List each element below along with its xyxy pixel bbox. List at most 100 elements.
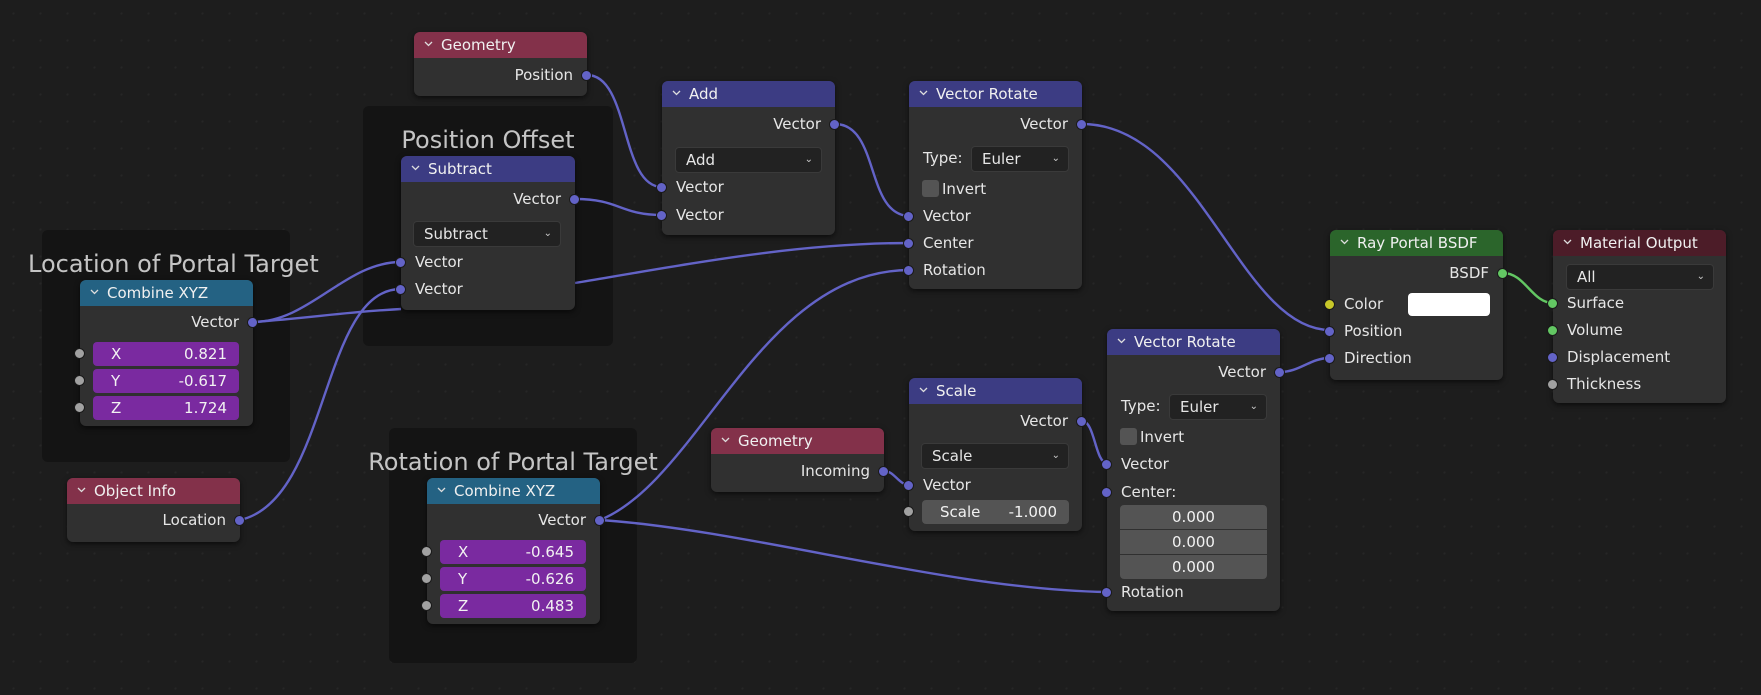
node-header[interactable]: Subtract bbox=[401, 156, 575, 182]
color-swatch[interactable] bbox=[1408, 293, 1490, 316]
node-header[interactable]: Material Output bbox=[1553, 230, 1726, 256]
operation-dropdown[interactable]: Add ⌄ bbox=[675, 147, 822, 173]
node-material-output[interactable]: Material Output All ⌄ Surface Volume Disp… bbox=[1547, 230, 1726, 403]
center-x-field[interactable]: 0.000 bbox=[1120, 505, 1267, 529]
socket-vector-in-2[interactable] bbox=[656, 210, 667, 221]
node-vector-rotate-bottom[interactable]: Vector Rotate Vector Type: Euler ⌄ Invert… bbox=[1101, 329, 1285, 611]
operation-dropdown[interactable]: Scale ⌄ bbox=[921, 443, 1069, 469]
socket-x-in[interactable] bbox=[74, 348, 85, 359]
socket-vector-in-2[interactable] bbox=[395, 284, 406, 295]
node-header[interactable]: Scale bbox=[909, 378, 1082, 404]
node-subtract[interactable]: Subtract Vector Subtract ⌄ Vector Vector bbox=[395, 156, 580, 310]
z-field[interactable]: Z 1.724 bbox=[93, 396, 239, 420]
type-dropdown[interactable]: Euler ⌄ bbox=[1169, 394, 1267, 420]
collapse-chevron-icon[interactable] bbox=[919, 385, 928, 394]
node-combine-xyz-rotation[interactable]: Combine XYZ Vector X -0.645 Y -0.626 Z 0.48… bbox=[421, 478, 605, 624]
center-z-field[interactable]: 0.000 bbox=[1120, 555, 1267, 579]
collapse-chevron-icon[interactable] bbox=[90, 287, 99, 296]
node-vector-rotate-top[interactable]: Vector Rotate Vector Type: Euler ⌄ Invert… bbox=[903, 81, 1087, 289]
socket-rotation-in[interactable] bbox=[903, 265, 914, 276]
type-dropdown[interactable]: Euler ⌄ bbox=[971, 146, 1069, 172]
socket-vector-out[interactable] bbox=[569, 194, 580, 205]
socket-vector-out[interactable] bbox=[1076, 416, 1087, 427]
socket-center-in[interactable] bbox=[903, 238, 914, 249]
socket-thickness-in[interactable] bbox=[1547, 379, 1558, 390]
z-field[interactable]: Z 0.483 bbox=[440, 594, 586, 618]
collapse-chevron-icon[interactable] bbox=[721, 435, 730, 444]
node-object-info[interactable]: Object Info Location bbox=[67, 478, 245, 542]
socket-y-in[interactable] bbox=[74, 375, 85, 386]
socket-center-in[interactable] bbox=[1101, 487, 1112, 498]
collapse-chevron-icon[interactable] bbox=[1117, 336, 1126, 345]
socket-bsdf-out[interactable] bbox=[1497, 268, 1508, 279]
socket-surface-in[interactable] bbox=[1547, 298, 1558, 309]
socket-location-out[interactable] bbox=[234, 515, 245, 526]
y-field[interactable]: Y -0.617 bbox=[93, 369, 239, 393]
node-title: Combine XYZ bbox=[454, 482, 556, 500]
collapse-chevron-icon[interactable] bbox=[424, 39, 433, 48]
socket-vector-in-1[interactable] bbox=[395, 257, 406, 268]
field-value: -0.626 bbox=[525, 570, 574, 588]
socket-label: Vector bbox=[1218, 363, 1266, 381]
socket-position-in[interactable] bbox=[1324, 326, 1335, 337]
socket-z-in[interactable] bbox=[421, 600, 432, 611]
collapse-chevron-icon[interactable] bbox=[919, 88, 928, 97]
socket-incoming-out[interactable] bbox=[878, 466, 889, 477]
socket-vector-out[interactable] bbox=[1076, 119, 1087, 130]
socket-label: Direction bbox=[1344, 349, 1412, 367]
node-header[interactable]: Object Info bbox=[67, 478, 240, 504]
node-ray-portal-bsdf[interactable]: Ray Portal BSDF BSDF Color Position Dire… bbox=[1324, 230, 1508, 380]
x-field[interactable]: X 0.821 bbox=[93, 342, 239, 366]
socket-vector-out[interactable] bbox=[829, 119, 840, 130]
socket-z-in[interactable] bbox=[74, 402, 85, 413]
collapse-chevron-icon[interactable] bbox=[1340, 237, 1349, 246]
collapse-chevron-icon[interactable] bbox=[411, 163, 420, 172]
node-header[interactable]: Combine XYZ bbox=[427, 478, 600, 504]
node-header[interactable]: Vector Rotate bbox=[1107, 329, 1280, 355]
center-y-field[interactable]: 0.000 bbox=[1120, 530, 1267, 554]
target-dropdown[interactable]: All ⌄ bbox=[1566, 264, 1714, 290]
y-field[interactable]: Y -0.626 bbox=[440, 567, 586, 591]
socket-vector-in-1[interactable] bbox=[656, 182, 667, 193]
socket-label: Vector bbox=[1121, 455, 1169, 473]
collapse-chevron-icon[interactable] bbox=[437, 485, 446, 494]
socket-position-out[interactable] bbox=[581, 70, 592, 81]
socket-vector-in[interactable] bbox=[1101, 459, 1112, 470]
socket-x-in[interactable] bbox=[421, 546, 432, 557]
socket-direction-in[interactable] bbox=[1324, 353, 1335, 364]
node-combine-xyz-location[interactable]: Combine XYZ Vector X 0.821 Y -0.617 Z 1.724 bbox=[74, 280, 258, 426]
socket-volume-in[interactable] bbox=[1547, 325, 1558, 336]
node-geometry-position[interactable]: Geometry Position bbox=[414, 32, 592, 96]
node-geometry-incoming[interactable]: Geometry Incoming bbox=[711, 428, 889, 492]
socket-vector-out[interactable] bbox=[247, 317, 258, 328]
socket-vector-in[interactable] bbox=[903, 480, 914, 491]
node-header[interactable]: Geometry bbox=[414, 32, 587, 58]
node-header[interactable]: Add bbox=[662, 81, 835, 107]
operation-dropdown[interactable]: Subtract ⌄ bbox=[413, 221, 561, 247]
collapse-chevron-icon[interactable] bbox=[77, 485, 86, 494]
socket-vector-out[interactable] bbox=[594, 515, 605, 526]
node-header[interactable]: Combine XYZ bbox=[80, 280, 253, 306]
socket-label: Vector bbox=[415, 280, 463, 298]
dropdown-value: Scale bbox=[932, 447, 973, 465]
invert-checkbox[interactable] bbox=[922, 180, 939, 197]
node-add[interactable]: Add Vector Add ⌄ Vector Vector bbox=[656, 81, 840, 235]
socket-color-in[interactable] bbox=[1324, 299, 1335, 310]
socket-y-in[interactable] bbox=[421, 573, 432, 584]
node-header[interactable]: Vector Rotate bbox=[909, 81, 1082, 107]
socket-displacement-in[interactable] bbox=[1547, 352, 1558, 363]
socket-vector-out[interactable] bbox=[1274, 367, 1285, 378]
input-vector: Vector bbox=[909, 474, 1082, 496]
x-field[interactable]: X -0.645 bbox=[440, 540, 586, 564]
input-vector-2: Vector bbox=[662, 204, 835, 226]
socket-vector-in[interactable] bbox=[903, 211, 914, 222]
socket-rotation-in[interactable] bbox=[1101, 587, 1112, 598]
node-scale[interactable]: Scale Vector Scale ⌄ Vector Scale -1.000 bbox=[903, 378, 1087, 531]
socket-scale-in[interactable] bbox=[903, 506, 914, 517]
collapse-chevron-icon[interactable] bbox=[1563, 237, 1572, 246]
node-header[interactable]: Geometry bbox=[711, 428, 884, 454]
node-header[interactable]: Ray Portal BSDF bbox=[1330, 230, 1503, 256]
collapse-chevron-icon[interactable] bbox=[672, 88, 681, 97]
invert-checkbox[interactable] bbox=[1120, 428, 1137, 445]
scale-field[interactable]: Scale -1.000 bbox=[922, 500, 1069, 524]
